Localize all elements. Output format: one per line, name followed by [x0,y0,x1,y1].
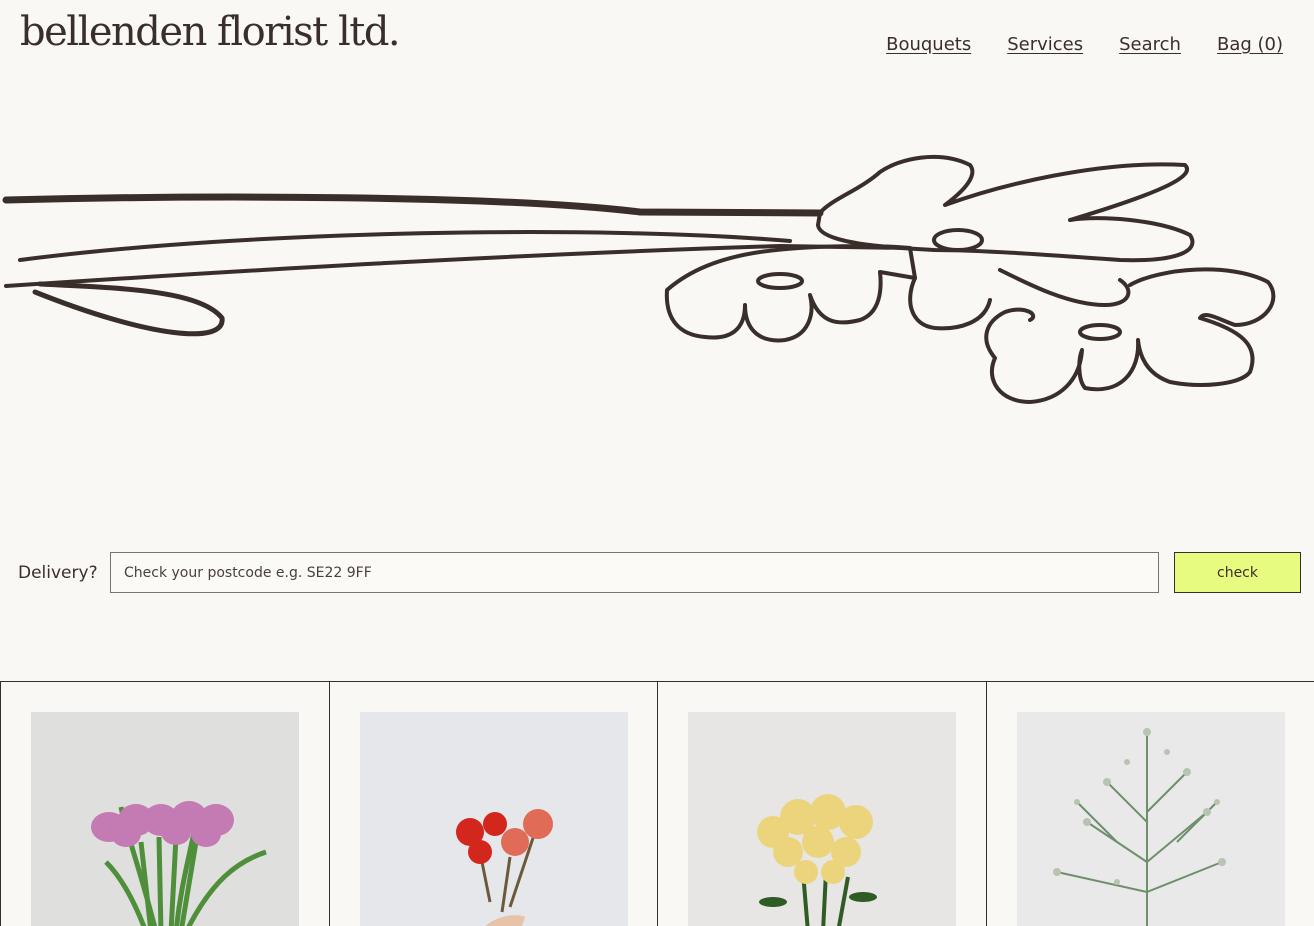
product-grid [0,681,1314,926]
nav-search-link[interactable]: Search [1119,34,1181,55]
product-card[interactable] [986,682,1314,926]
nav-bouquets-link[interactable]: Bouquets [886,34,971,55]
main-nav: Bouquets Services Search Bag (0) [886,34,1283,55]
site-logo[interactable]: bellenden florist ltd. [20,4,399,60]
check-postcode-button[interactable]: check [1174,552,1301,593]
red-roses-photo[interactable] [360,712,628,926]
product-card[interactable] [0,682,329,926]
delivery-label: Delivery? [18,563,98,583]
product-card[interactable] [329,682,658,926]
nav-services-link[interactable]: Services [1007,34,1083,55]
nav-bag-link[interactable]: Bag (0) [1217,34,1283,55]
limonium-photo[interactable] [1017,712,1285,926]
yellow-chrysanthemums-photo[interactable] [688,712,956,926]
product-card[interactable] [657,682,986,926]
postcode-input[interactable] [110,552,1159,593]
hero-flower-illustration [0,140,1314,420]
pink-tulips-photo[interactable] [31,712,299,926]
